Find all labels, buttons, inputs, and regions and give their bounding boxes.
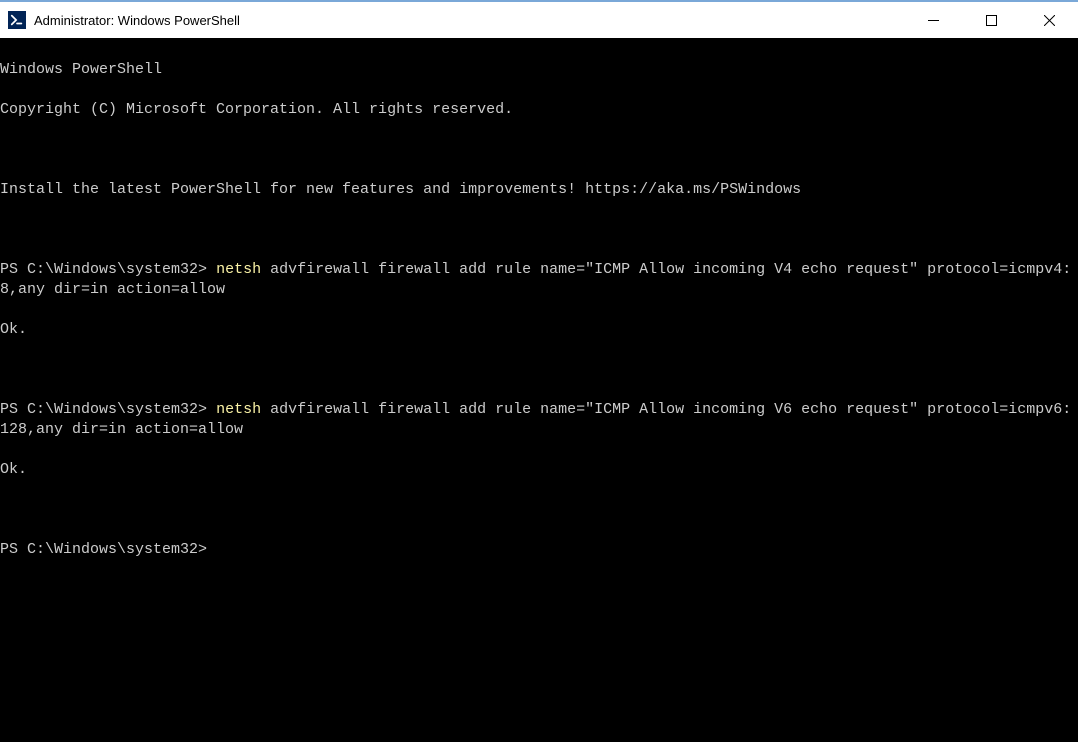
prompt: PS C:\Windows\system32> (0, 261, 207, 278)
window-title: Administrator: Windows PowerShell (34, 13, 904, 28)
prompt: PS C:\Windows\system32> (0, 541, 207, 558)
window-controls (904, 2, 1078, 38)
command-name: netsh (216, 261, 261, 278)
prompt: PS C:\Windows\system32> (0, 401, 207, 418)
maximize-button[interactable] (962, 2, 1020, 38)
terminal-command-line: PS C:\Windows\system32> netsh advfirewal… (0, 400, 1078, 440)
terminal-line: Ok. (0, 320, 1078, 340)
terminal-line: Ok. (0, 460, 1078, 480)
titlebar[interactable]: Administrator: Windows PowerShell (0, 0, 1078, 38)
terminal-line: Install the latest PowerShell for new fe… (0, 180, 1078, 200)
powershell-icon (8, 11, 26, 29)
minimize-button[interactable] (904, 2, 962, 38)
terminal-blank-line (0, 500, 1078, 520)
powershell-window: Administrator: Windows PowerShell Window… (0, 0, 1078, 742)
terminal-line: Copyright (C) Microsoft Corporation. All… (0, 100, 1078, 120)
terminal-output[interactable]: Windows PowerShell Copyright (C) Microso… (0, 38, 1078, 742)
command-name: netsh (216, 401, 261, 418)
terminal-line: Windows PowerShell (0, 60, 1078, 80)
close-button[interactable] (1020, 2, 1078, 38)
terminal-blank-line (0, 140, 1078, 160)
terminal-current-prompt: PS C:\Windows\system32> (0, 540, 1078, 560)
terminal-blank-line (0, 220, 1078, 240)
terminal-blank-line (0, 360, 1078, 380)
terminal-command-line: PS C:\Windows\system32> netsh advfirewal… (0, 260, 1078, 300)
